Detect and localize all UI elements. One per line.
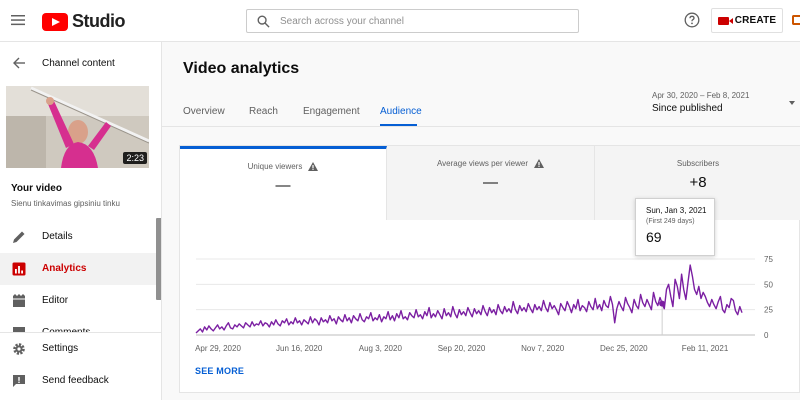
viewers-line-chart: 75 50 25 0 Apr 29, 2020 Jun 16, 2020 Aug 3, 20…: [195, 255, 773, 353]
feedback-icon: [13, 375, 25, 387]
video-duration: 2:23: [123, 152, 147, 164]
top-bar: Studio CREATE: [0, 0, 800, 42]
analytics-card: Unique viewers — Average views per viewe…: [179, 145, 800, 393]
y-tick-label: 50: [764, 280, 773, 289]
video-thumbnail[interactable]: 2:23: [6, 86, 149, 168]
dropdown-caret-icon[interactable]: [789, 101, 795, 105]
y-tick-label: 25: [764, 306, 773, 315]
x-tick-label: Feb 11, 2021: [682, 344, 729, 353]
sidebar: Channel content 2:23 Your video Sienu ti…: [0, 42, 162, 400]
tooltip-subtitle: (First 249 days): [646, 218, 695, 225]
tab-engagement[interactable]: Engagement: [303, 106, 360, 117]
x-tick-label: Jun 16, 2020: [276, 344, 323, 353]
x-tick-label: Aug 3, 2020: [359, 344, 403, 353]
y-tick-label: 0: [764, 331, 769, 340]
help-icon[interactable]: [684, 12, 700, 28]
x-tick-label: Nov 7, 2020: [521, 344, 565, 353]
sidebar-scrollbar[interactable]: [156, 218, 161, 300]
sidebar-item-settings[interactable]: Settings: [0, 333, 156, 365]
account-avatar[interactable]: [792, 15, 800, 25]
tab-audience[interactable]: Audience: [380, 106, 422, 117]
sidebar-item-label: Send feedback: [42, 375, 109, 386]
see-more-link[interactable]: SEE MORE: [195, 366, 244, 376]
x-tick-label: Apr 29, 2020: [195, 344, 241, 353]
film-icon: [13, 294, 25, 307]
channel-content-back[interactable]: Channel content: [0, 42, 161, 86]
sidebar-bottom: Settings Send feedback: [0, 332, 161, 400]
search-icon[interactable]: [257, 15, 270, 28]
video-camera-icon: [717, 16, 733, 25]
logo-text: Studio: [72, 11, 126, 31]
video-title: Your video: [11, 183, 62, 194]
sidebar-item-analytics[interactable]: Analytics: [0, 253, 156, 285]
hamburger-menu-icon[interactable]: [10, 12, 26, 28]
pencil-icon: [13, 231, 25, 243]
search-box: [246, 9, 579, 33]
tooltip-value: 69: [646, 229, 662, 245]
create-button[interactable]: CREATE: [711, 8, 783, 33]
series-line: [195, 264, 743, 334]
x-tick-label: Sep 20, 2020: [438, 344, 486, 353]
create-label: CREATE: [734, 15, 777, 26]
sidebar-item-label: Settings: [42, 343, 79, 354]
video-subtitle: Sienu tinkavimas gipsiniu tinku: [11, 199, 120, 208]
chart-tooltip: Sun, Jan 3, 2021 (First 249 days) 69: [635, 198, 715, 256]
sidebar-item-editor[interactable]: Editor: [0, 285, 156, 317]
analytics-icon: [12, 262, 26, 276]
tooltip-date: Sun, Jan 3, 2021: [646, 206, 707, 215]
sidebar-item-send-feedback[interactable]: Send feedback: [0, 365, 156, 397]
tab-reach[interactable]: Reach: [249, 106, 278, 117]
highlighted-data-point[interactable]: [659, 300, 666, 307]
sidebar-item-label: Editor: [42, 295, 69, 306]
sidebar-item-label: Analytics: [42, 263, 87, 274]
date-range: Apr 30, 2020 – Feb 8, 2021: [652, 91, 750, 100]
youtube-play-icon: [42, 12, 68, 31]
date-range-selector[interactable]: Since published: [652, 103, 723, 114]
gear-icon: [13, 343, 25, 355]
sidebar-item-details[interactable]: Details: [0, 221, 156, 253]
y-tick-label: 75: [764, 255, 773, 264]
x-tick-label: Dec 25, 2020: [600, 344, 648, 353]
tab-overview[interactable]: Overview: [183, 106, 225, 117]
search-input[interactable]: [280, 15, 550, 27]
tabs-divider: [162, 126, 800, 127]
studio-logo[interactable]: Studio: [42, 11, 126, 32]
back-label: Channel content: [42, 58, 115, 69]
sidebar-item-label: Details: [42, 231, 73, 242]
page-title: Video analytics: [183, 60, 300, 77]
arrow-left-icon[interactable]: [12, 56, 26, 70]
